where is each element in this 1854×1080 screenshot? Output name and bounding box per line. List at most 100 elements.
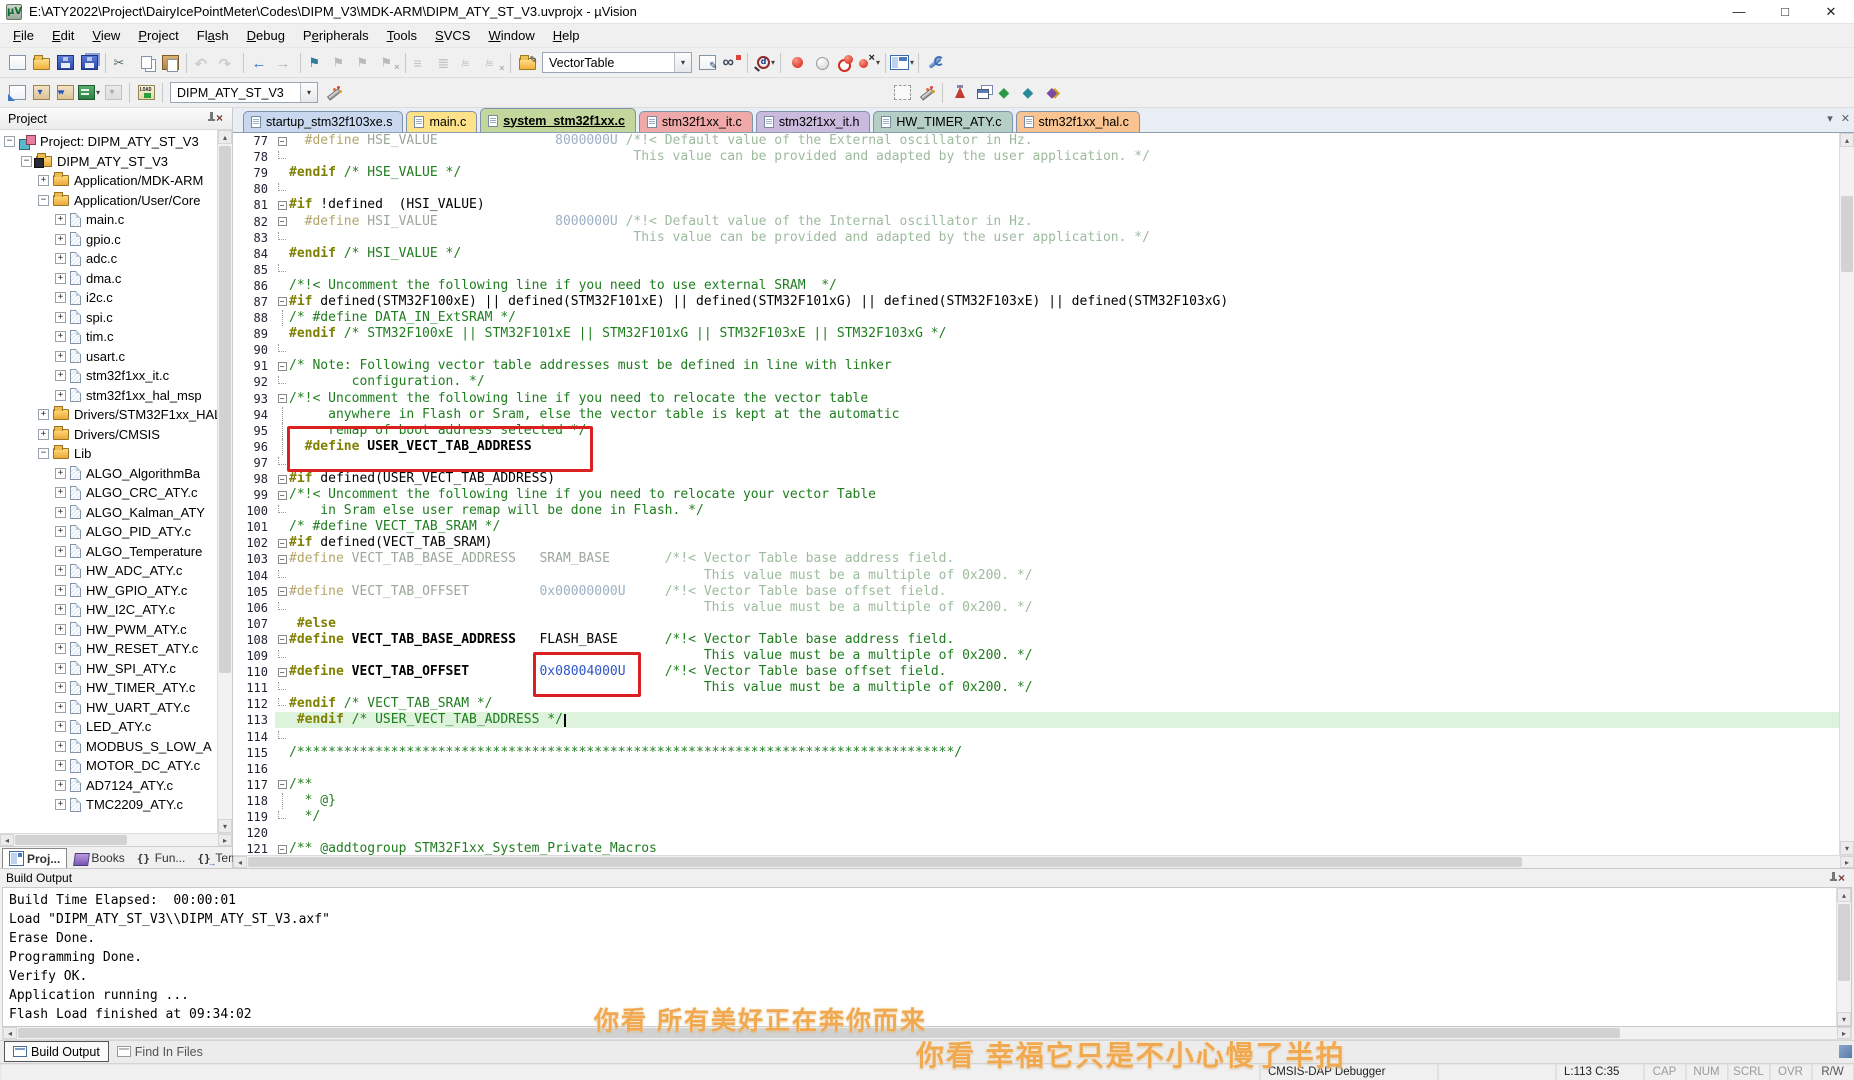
download-icon[interactable] (134, 81, 158, 105)
expand-icon[interactable]: + (55, 331, 66, 342)
menu-help[interactable]: Help (544, 25, 589, 46)
expand-icon[interactable]: + (55, 312, 66, 323)
tree-vertical-scrollbar[interactable]: ▴ ▾ (217, 130, 232, 833)
scroll-down-icon[interactable]: ▾ (1840, 841, 1854, 855)
expand-icon[interactable]: + (55, 624, 66, 635)
toggle-breakpoint-icon[interactable] (809, 51, 833, 75)
find-in-files-icon[interactable] (695, 51, 719, 75)
fold-collapse-icon[interactable]: − (278, 845, 287, 854)
tree-item-gpio-c[interactable]: +gpio.c (0, 230, 232, 250)
tree-item-lib[interactable]: −Lib (0, 444, 232, 464)
panel-tab-fun[interactable]: Fun... (131, 848, 192, 868)
tree-item-tmc2209-aty-c[interactable]: +TMC2209_ATY.c (0, 795, 232, 815)
expand-icon[interactable]: + (55, 585, 66, 596)
panel-tab-books[interactable]: Books (67, 848, 130, 868)
menu-edit[interactable]: Edit (43, 25, 83, 46)
tree-item-dipm-aty-st-v3[interactable]: −DIPM_ATY_ST_V3 (0, 152, 232, 172)
manage-components-icon[interactable] (914, 81, 938, 105)
expand-icon[interactable]: + (55, 507, 66, 518)
editor-tab-stm32f1xx-it-c[interactable]: stm32f1xx_it.c (639, 111, 753, 132)
undo-icon[interactable] (191, 51, 215, 75)
fold-collapse-icon[interactable]: − (278, 201, 287, 210)
scroll-down-icon[interactable]: ▾ (1837, 1012, 1851, 1026)
tree-item-adc-c[interactable]: +adc.c (0, 249, 232, 269)
indent-icon[interactable] (434, 51, 458, 75)
tree-item-hw-spi-aty-c[interactable]: +HW_SPI_ATY.c (0, 659, 232, 679)
expand-icon[interactable]: + (55, 780, 66, 791)
expand-icon[interactable]: + (55, 741, 66, 752)
editor-tab-main-c[interactable]: main.c (406, 111, 477, 132)
menu-project[interactable]: Project (129, 25, 187, 46)
scroll-left-icon[interactable]: ◂ (0, 834, 14, 846)
scroll-down-icon[interactable]: ▾ (218, 819, 232, 833)
tree-item-algo-crc-aty-c[interactable]: +ALGO_CRC_ATY.c (0, 483, 232, 503)
scroll-up-icon[interactable]: ▴ (1840, 133, 1854, 147)
scroll-right-icon[interactable]: ▸ (1840, 856, 1854, 868)
scroll-right-icon[interactable]: ▸ (218, 834, 232, 846)
tree-item-modbus-s-low-a[interactable]: +MODBUS_S_LOW_A (0, 737, 232, 757)
configure-wizard-folder-icon[interactable] (515, 51, 539, 75)
tree-item-hw-reset-aty-c[interactable]: +HW_RESET_ATY.c (0, 639, 232, 659)
menu-file[interactable]: File (4, 25, 43, 46)
editor-tab-stm32f1xx-it-h[interactable]: stm32f1xx_it.h (756, 111, 871, 132)
tree-item-dma-c[interactable]: +dma.c (0, 269, 232, 289)
build-output-vertical-scrollbar[interactable]: ▴ ▾ (1836, 888, 1851, 1026)
editor-horizontal-scrollbar[interactable]: ◂ ▸ (233, 855, 1854, 868)
bookmark-clear-all-icon[interactable] (377, 51, 401, 75)
fold-collapse-icon[interactable]: − (278, 780, 287, 789)
editor-tab-stm32f1xx-hal-c[interactable]: stm32f1xx_hal.c (1016, 111, 1140, 132)
tree-item-algo-algorithmba[interactable]: +ALGO_AlgorithmBa (0, 464, 232, 484)
fold-collapse-icon[interactable]: − (278, 668, 287, 677)
build-output-body[interactable]: Build Time Elapsed: 00:00:01Load "DIPM_A… (2, 887, 1852, 1027)
tree-item-hw-i2c-aty-c[interactable]: +HW_I2C_ATY.c (0, 600, 232, 620)
expand-icon[interactable]: + (55, 799, 66, 810)
pack-installer-icon[interactable] (1019, 81, 1043, 105)
manage-project-items-icon[interactable] (890, 81, 914, 105)
fold-collapse-icon[interactable]: − (278, 362, 287, 371)
tree-item-application-mdk-arm[interactable]: +Application/MDK-ARM (0, 171, 232, 191)
expand-icon[interactable]: + (55, 546, 66, 557)
menu-flash[interactable]: Flash (188, 25, 238, 46)
scroll-up-icon[interactable]: ▴ (1837, 888, 1851, 902)
panel-tab-proj[interactable]: Proj... (2, 848, 67, 868)
tree-item-stm32f1xx-it-c[interactable]: +stm32f1xx_it.c (0, 366, 232, 386)
cut-icon[interactable] (110, 51, 134, 75)
fold-collapse-icon[interactable]: − (278, 491, 287, 500)
scroll-left-icon[interactable]: ◂ (3, 1027, 17, 1039)
collapse-icon[interactable]: − (21, 156, 32, 167)
tree-item-hw-pwm-aty-c[interactable]: +HW_PWM_ATY.c (0, 620, 232, 640)
configure-tools-icon[interactable] (923, 51, 947, 75)
tree-item-hw-gpio-aty-c[interactable]: +HW_GPIO_ATY.c (0, 581, 232, 601)
fold-collapse-icon[interactable]: − (278, 635, 287, 644)
editor-tab-system-stm32f1xx-c[interactable]: system_stm32f1xx.c (480, 108, 636, 132)
find-icon[interactable]: ▾ (752, 51, 776, 75)
expand-icon[interactable]: + (38, 429, 49, 440)
fold-collapse-icon[interactable]: − (278, 297, 287, 306)
tree-item-application-user-core[interactable]: −Application/User/Core (0, 191, 232, 211)
maximize-button[interactable]: □ (1762, 0, 1808, 23)
copy-icon[interactable] (134, 51, 158, 75)
new-file-icon[interactable] (5, 51, 29, 75)
expand-icon[interactable]: + (55, 721, 66, 732)
target-select-combo[interactable]: DIPM_ATY_ST_V3 ▾ (170, 82, 318, 103)
expand-icon[interactable]: + (55, 526, 66, 537)
tree-item-hw-timer-aty-c[interactable]: +HW_TIMER_ATY.c (0, 678, 232, 698)
pin-icon[interactable] (1828, 871, 1838, 886)
tree-item-tim-c[interactable]: +tim.c (0, 327, 232, 347)
chevron-down-icon[interactable]: ▾ (674, 53, 691, 72)
expand-icon[interactable]: + (55, 390, 66, 401)
bottom-tab-build-output[interactable]: Build Output (4, 1041, 109, 1062)
batch-build-icon[interactable]: ▾ (77, 81, 101, 105)
fold-collapse-icon[interactable]: − (278, 475, 287, 484)
collapse-icon[interactable]: − (4, 136, 15, 147)
expand-icon[interactable]: + (55, 682, 66, 693)
expand-icon[interactable]: + (55, 487, 66, 498)
bookmark-toggle-icon[interactable] (305, 51, 329, 75)
scroll-up-icon[interactable]: ▴ (218, 130, 232, 144)
vector-table-combo[interactable]: VectorTable ▾ (542, 52, 692, 73)
close-button[interactable]: ✕ (1808, 0, 1854, 23)
tree-item-hw-adc-aty-c[interactable]: +HW_ADC_ATY.c (0, 561, 232, 581)
translate-icon[interactable] (5, 81, 29, 105)
expand-icon[interactable]: + (55, 234, 66, 245)
tree-item-ad7124-aty-c[interactable]: +AD7124_ATY.c (0, 776, 232, 796)
